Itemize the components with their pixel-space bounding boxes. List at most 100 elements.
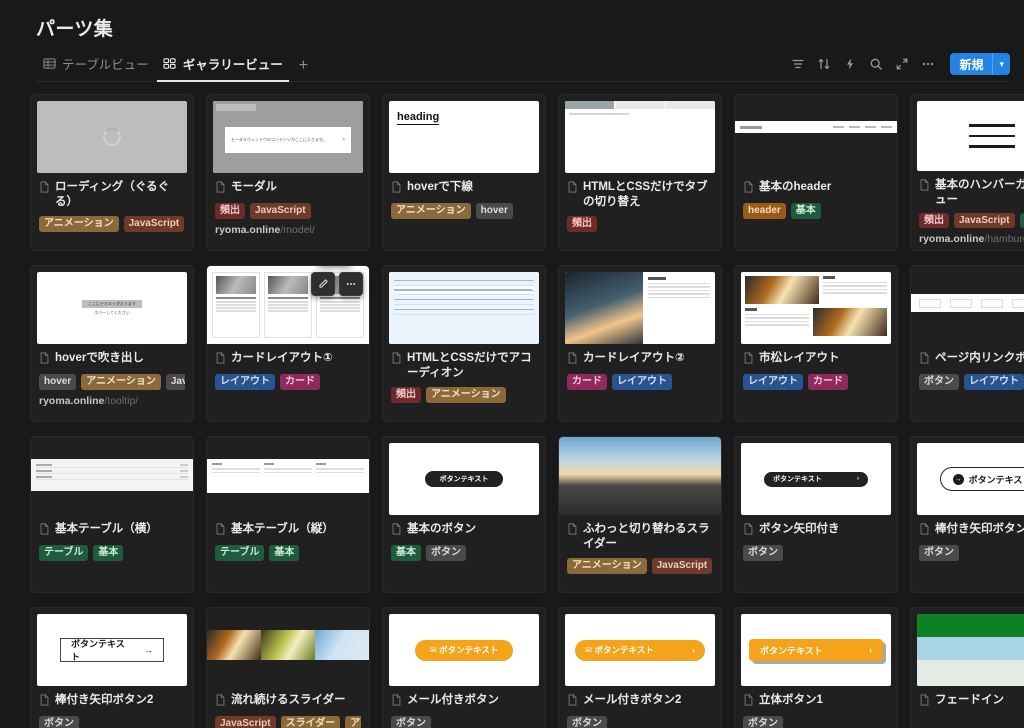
gallery-grid: ローディング（ぐるぐる） アニメーション JavaScript モーダルウィンドウ… xyxy=(0,94,1024,728)
card-title-row: 流れ続けるスライダー xyxy=(215,693,361,711)
search-icon[interactable] xyxy=(864,52,888,76)
card-tag[interactable]: アニメーション xyxy=(567,557,647,574)
card-tag[interactable]: ボタン xyxy=(426,545,466,562)
gallery-icon xyxy=(163,57,177,71)
gallery-card[interactable]: ✉ ボタンテキスト › メール付きボタン2 ボタン xyxy=(558,607,722,728)
card-more-options-icon[interactable] xyxy=(339,272,363,296)
card-thumbnail: ✉ ボタンテキスト xyxy=(389,614,539,686)
card-tag[interactable]: ボタン xyxy=(391,716,431,728)
card-tag[interactable]: hover xyxy=(475,203,513,220)
card-tag[interactable]: レイアウト xyxy=(964,374,1024,391)
chevron-down-icon[interactable]: ▾ xyxy=(993,53,1010,75)
more-options-icon[interactable] xyxy=(916,52,940,76)
page-icon xyxy=(919,694,930,711)
edit-pencil-icon[interactable] xyxy=(311,272,335,296)
gallery-card[interactable]: 基本テーブル（縦） テーブル 基本 xyxy=(206,436,370,593)
card-tag[interactable]: ボタン xyxy=(39,716,79,728)
filter-icon[interactable] xyxy=(786,52,810,76)
gallery-card[interactable]: モーダルウィンドウのコンテンツがここに入ります。 × モーダル 頻出 JavaScr… xyxy=(206,94,370,251)
gallery-card[interactable]: ▾ ▾ ▾ ▾ HTMLとCSSだけでアコーディオン 頻出 アニメーション xyxy=(382,265,546,422)
gallery-card[interactable]: 基本のハンバーガーメニュー 頻出 JavaScript 基本 ryoma.onlin… xyxy=(910,94,1024,251)
expand-icon[interactable] xyxy=(890,52,914,76)
card-tag[interactable]: レイアウト xyxy=(215,374,275,391)
card-tag[interactable]: hover xyxy=(39,374,77,391)
card-tag[interactable]: 基本 xyxy=(790,203,821,220)
card-tag[interactable]: アニメーション xyxy=(426,386,506,403)
card-body: カードレイアウト② カード レイアウト xyxy=(559,344,721,396)
gallery-card[interactable]: ボタンテキスト › 立体ボタン1 ボタン xyxy=(734,607,898,728)
card-tag[interactable]: ボタン xyxy=(743,716,783,728)
card-tag[interactable]: レイアウト xyxy=(743,374,803,391)
gallery-card[interactable]: 市松レイアウト レイアウト カード xyxy=(734,265,898,422)
card-tag[interactable]: JavaScript xyxy=(123,215,185,232)
card-tag[interactable]: アニメーション xyxy=(81,374,161,391)
card-tag[interactable]: カード xyxy=(567,374,607,391)
gallery-card[interactable]: 流れ続けるスライダー JavaScript スライダーアニ xyxy=(206,607,370,728)
card-tag[interactable]: スライダー xyxy=(280,716,341,728)
card-tag[interactable]: アニメーション xyxy=(39,215,119,232)
page-icon xyxy=(919,523,930,540)
card-title-row: 立体ボタン1 xyxy=(743,693,889,711)
gallery-card[interactable]: ✉ ボタンテキスト メール付きボタン ボタン xyxy=(382,607,546,728)
card-tag[interactable]: ボタン xyxy=(567,716,607,728)
new-button-group: 新規 ▾ xyxy=(950,53,1010,75)
card-tag[interactable]: カード xyxy=(808,374,848,391)
card-tag[interactable]: カード xyxy=(280,374,320,391)
card-thumbnail xyxy=(911,266,1024,344)
card-title-row: カードレイアウト① xyxy=(215,351,361,369)
card-tag[interactable]: ボタン xyxy=(919,545,959,562)
card-tag[interactable]: レイアウト xyxy=(612,374,672,391)
card-tag[interactable]: JavaS xyxy=(165,374,185,391)
card-title: モーダル xyxy=(231,181,277,193)
gallery-card[interactable]: ふわっと切り替わるスライダー アニメーション JavaScript xyxy=(558,436,722,593)
lightning-icon[interactable] xyxy=(838,52,862,76)
card-thumbnail xyxy=(741,272,891,344)
gallery-card[interactable]: 基本テーブル（横） テーブル 基本 xyxy=(30,436,194,593)
tab-gallery-view[interactable]: ギャラリービュー xyxy=(156,50,289,82)
card-tag[interactable]: JavaScript xyxy=(250,203,311,220)
gallery-card[interactable]: heading hoverで下線 アニメーション hover xyxy=(382,94,546,251)
gallery-card[interactable]: 基本のheader header 基本 xyxy=(734,94,898,251)
card-tag[interactable]: 基本 xyxy=(1019,213,1024,228)
card-tag[interactable]: JavaScript xyxy=(954,213,1015,228)
add-view-button[interactable]: + xyxy=(291,56,316,82)
card-tag[interactable]: 頻出 xyxy=(919,213,949,228)
gallery-card[interactable]: ボタンテキスト 基本のボタン 基本 ボタン xyxy=(382,436,546,593)
card-tag[interactable]: 基本 xyxy=(269,545,300,562)
card-tag[interactable]: 基本 xyxy=(391,545,421,562)
gallery-card[interactable]: ここにテキストが入ります ホバーしてください hoverで吹き出し hover ア… xyxy=(30,265,194,422)
gallery-card[interactable]: ボタンテキスト › ボタン矢印付き ボタン xyxy=(734,436,898,593)
page-header: パーツ集 テーブルビュー ギャラリービュー + 新規 ▾ xyxy=(0,0,1024,82)
card-tag[interactable]: 頻出 xyxy=(391,386,421,403)
tab-table-view[interactable]: テーブルビュー xyxy=(36,50,155,82)
card-url[interactable]: ryoma.online/hamburger/ xyxy=(919,233,1024,244)
gallery-card[interactable]: →ボタンテキスト 棒付き矢印ボタン ボタン xyxy=(910,436,1024,593)
card-title-row: 基本のボタン xyxy=(391,522,537,540)
card-title-row: 基本テーブル（縦） xyxy=(215,522,361,540)
page-title: パーツ集 xyxy=(36,19,114,40)
card-tag[interactable]: JavaScript xyxy=(651,557,713,574)
gallery-card[interactable]: カードレイアウト② カード レイアウト xyxy=(558,265,722,422)
card-tag[interactable]: テーブル xyxy=(39,545,89,562)
card-tag[interactable]: 頻出 xyxy=(567,215,597,232)
card-tag[interactable]: 基本 xyxy=(93,545,124,562)
gallery-card[interactable]: ボタンテキスト → 棒付き矢印ボタン2 ボタン xyxy=(30,607,194,728)
sort-icon[interactable] xyxy=(812,52,836,76)
gallery-card[interactable]: HTMLとCSSだけでタブの切り替え 頻出 xyxy=(558,94,722,251)
card-url[interactable]: ryoma.online/tooltip/ xyxy=(39,395,185,407)
card-tag[interactable]: ボタン xyxy=(919,374,959,391)
gallery-card[interactable]: ローディング（ぐるぐる） アニメーション JavaScript xyxy=(30,94,194,251)
card-tag[interactable]: テーブル xyxy=(215,545,265,562)
card-url[interactable]: ryoma.online/model/ xyxy=(215,224,361,236)
card-tag[interactable]: header xyxy=(743,203,786,220)
card-tag[interactable]: 頻出 xyxy=(215,203,245,220)
card-tag[interactable]: アニメーション xyxy=(391,203,471,220)
card-tag[interactable]: ボタン xyxy=(743,545,783,562)
gallery-card[interactable]: 編集 xyxy=(206,265,370,422)
gallery-card[interactable]: ページ内リンクボタン ボタンレイアウト xyxy=(910,265,1024,422)
new-button[interactable]: 新規 xyxy=(950,53,992,75)
card-tag[interactable]: アニ xyxy=(345,716,361,728)
card-tag[interactable]: JavaScript xyxy=(215,716,276,728)
gallery-card[interactable]: フェードイン xyxy=(910,607,1024,728)
card-title: 基本テーブル（横） xyxy=(55,523,158,535)
